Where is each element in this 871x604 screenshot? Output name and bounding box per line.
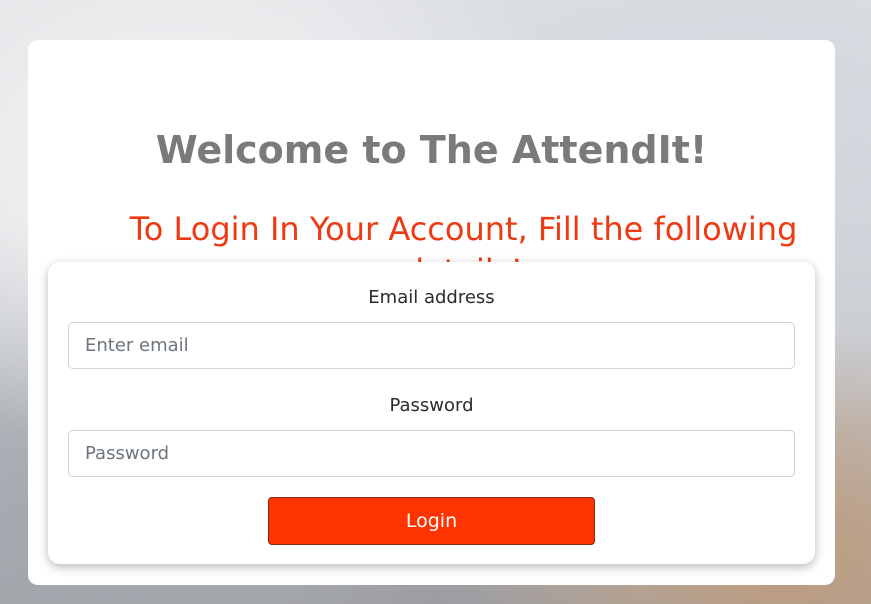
password-field[interactable] (68, 430, 795, 477)
email-label: Email address (368, 287, 495, 308)
page-title: Welcome to The AttendIt! (155, 128, 708, 172)
login-button[interactable]: Login (268, 497, 595, 545)
login-form: Email address Password Login (48, 262, 815, 564)
email-field[interactable] (68, 322, 795, 369)
password-label: Password (389, 395, 474, 416)
